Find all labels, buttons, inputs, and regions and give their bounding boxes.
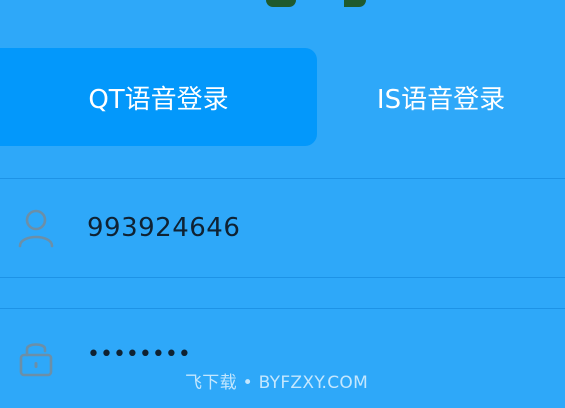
logo-fragment xyxy=(344,0,366,7)
tab-label: IS语音登录 xyxy=(376,84,506,115)
logo-fragment xyxy=(266,0,296,7)
divider xyxy=(0,308,565,309)
password-input[interactable]: •••••••• xyxy=(87,342,191,367)
watermark: 飞下载 • BYFZXY.COM xyxy=(185,373,369,393)
lock-icon xyxy=(19,343,53,377)
username-field[interactable]: 993924646 xyxy=(0,180,565,278)
divider xyxy=(0,178,565,179)
tab-is-voice-login[interactable]: IS语音登录 xyxy=(317,48,565,146)
divider xyxy=(0,277,565,278)
user-icon xyxy=(18,209,54,248)
username-input[interactable]: 993924646 xyxy=(87,213,240,243)
password-field[interactable]: •••••••• xyxy=(0,310,565,408)
tab-label: QT语音登录 xyxy=(88,84,229,115)
tab-qt-voice-login[interactable]: QT语音登录 xyxy=(0,48,317,146)
